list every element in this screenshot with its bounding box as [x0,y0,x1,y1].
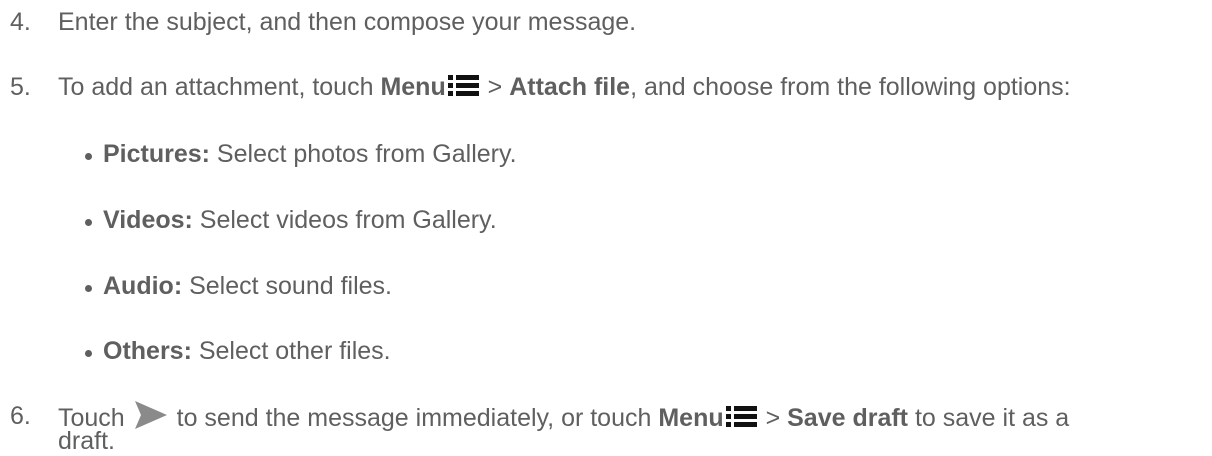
separator: > [480,73,510,101]
menu-label: Menu [380,73,446,101]
option-description: Select videos from Gallery. [192,206,497,234]
menu-icon [725,406,757,427]
bullet-icon [85,285,92,292]
bullet-icon [85,219,92,226]
option-description: Select other files. [191,337,391,365]
option-text: Audio: Select sound files. [103,271,392,301]
step-text: Enter the subject, and then compose your… [58,8,637,36]
step-text-mid: to send the message immediately, or touc… [169,404,659,432]
bullet-icon [85,153,92,160]
option-label: Others: [103,337,192,365]
option-label: Audio: [103,272,183,300]
option-label: Videos: [103,206,193,234]
option-description: Select photos from Gallery. [209,140,517,168]
save-draft-label: Save draft [787,404,909,432]
step-text-continuation: draft. [58,427,115,455]
bullet-icon [85,350,92,357]
attach-file-label: Attach file [509,73,631,101]
step-text: To add an attachment, touch Menu > Attac… [58,72,1071,102]
step-number: 5. [10,73,31,101]
step-text-post: to save it as a [908,404,1070,432]
option-text: Others: Select other files. [103,336,391,366]
option-description: Select sound files. [182,272,392,300]
option-label: Pictures: [103,140,210,168]
step-text: Touch to send the message immediately, o… [58,401,1069,433]
menu-label: Menu [658,404,724,432]
option-text: Videos: Select videos from Gallery. [103,205,497,235]
step-number: 4. [10,8,31,36]
menu-icon [447,75,479,96]
step-text-pre: To add an attachment, touch [58,73,381,101]
send-icon [134,401,167,429]
option-text: Pictures: Select photos from Gallery. [103,139,517,169]
step-number: 6. [10,402,31,430]
step-text-post: , and choose from the following options: [630,73,1071,101]
separator: > [758,404,788,432]
